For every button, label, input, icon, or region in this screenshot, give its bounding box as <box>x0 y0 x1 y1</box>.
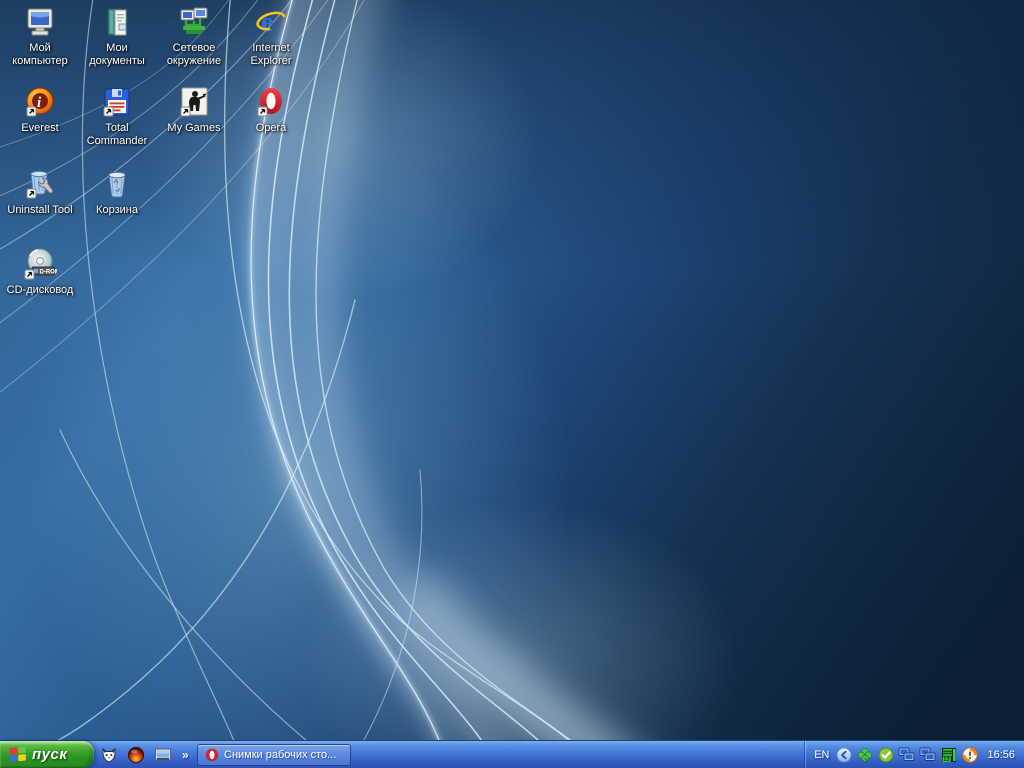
desktop-icon-total-commander[interactable]: Total Commander <box>79 85 155 148</box>
outpost-firewall-icon[interactable] <box>961 746 978 763</box>
tray-clock[interactable]: 16:56 <box>987 749 1015 761</box>
desktop-icon-everest[interactable]: i Everest <box>2 85 78 135</box>
counter-strike-icon <box>177 85 211 119</box>
uninstall-tool-icon <box>23 167 57 201</box>
task-button-opera[interactable]: Снимки рабочих сто... <box>197 744 351 766</box>
language-indicator[interactable]: EN <box>814 749 829 761</box>
taskbar: пуск <box>0 740 1024 768</box>
quick-launch-overflow-chevron[interactable]: » <box>180 749 191 761</box>
fox-head-icon[interactable] <box>99 745 119 765</box>
start-button[interactable]: пуск <box>0 741 94 768</box>
everest-icon: i <box>23 85 57 119</box>
icon-label: Uninstall Tool <box>7 204 72 217</box>
clover-icon[interactable] <box>856 746 873 763</box>
opera-icon <box>254 85 288 119</box>
desktop-icon-my-computer[interactable]: Мой компьютер <box>2 5 78 68</box>
network-connection-icon[interactable] <box>919 746 936 763</box>
desktop-icon-my-games[interactable]: My Games <box>156 85 232 135</box>
opera-icon <box>205 748 219 762</box>
my-documents-icon <box>100 5 134 39</box>
task-button-label: Снимки рабочих сто... <box>224 749 336 761</box>
icon-label: Everest <box>21 122 58 135</box>
icon-label: Сетевое окружение <box>157 42 231 68</box>
desktop-icon-internet-explorer[interactable]: e Internet Explorer <box>233 5 309 68</box>
system-tray: EN <box>804 741 1024 768</box>
show-desktop-icon[interactable] <box>153 745 173 765</box>
desktop-icon-network-places[interactable]: Сетевое окружение <box>156 5 232 68</box>
icon-label: My Games <box>167 122 220 135</box>
svg-text:e: e <box>261 7 273 38</box>
internet-explorer-icon: e <box>254 5 288 39</box>
icon-label: Opera <box>256 122 287 135</box>
network-connection-icon[interactable] <box>898 746 915 763</box>
start-label: пуск <box>32 746 73 763</box>
check-shield-icon[interactable] <box>877 746 894 763</box>
desktop-icon-cd-drive[interactable]: D-ROM CD-дисковод <box>2 247 78 297</box>
icon-label: Мой компьютер <box>3 42 77 68</box>
cd-drive-icon: D-ROM <box>23 247 57 281</box>
icon-label: Корзина <box>96 204 138 217</box>
my-computer-icon <box>23 5 57 39</box>
desktop-icon-my-documents[interactable]: Мои документы <box>79 5 155 68</box>
network-places-icon <box>177 5 211 39</box>
collapse-chevron-icon[interactable] <box>835 746 852 763</box>
icon-label: Мои документы <box>80 42 154 68</box>
desktop-icon-opera[interactable]: Opera <box>233 85 309 135</box>
desktop-icon-uninstall-tool[interactable]: Uninstall Tool <box>2 167 78 217</box>
quick-launch-bar: » <box>99 741 191 768</box>
desktop-icon-recycle-bin[interactable]: Корзина <box>79 167 155 217</box>
icon-label: Internet Explorer <box>234 42 308 68</box>
traffic-meter-icon[interactable]: 13 <box>940 746 957 763</box>
total-commander-icon <box>100 85 134 119</box>
ember-sphere-icon[interactable] <box>126 745 146 765</box>
meter-value: 13 <box>943 757 949 763</box>
windows-flag-icon <box>9 746 27 763</box>
recycle-bin-icon <box>100 167 134 201</box>
icon-label: CD-дисковод <box>7 284 74 297</box>
icon-label: Total Commander <box>80 122 154 148</box>
cd-badge-text: D-ROM <box>40 270 58 276</box>
desktop: Мой компьютер Мои документы <box>0 0 1024 768</box>
